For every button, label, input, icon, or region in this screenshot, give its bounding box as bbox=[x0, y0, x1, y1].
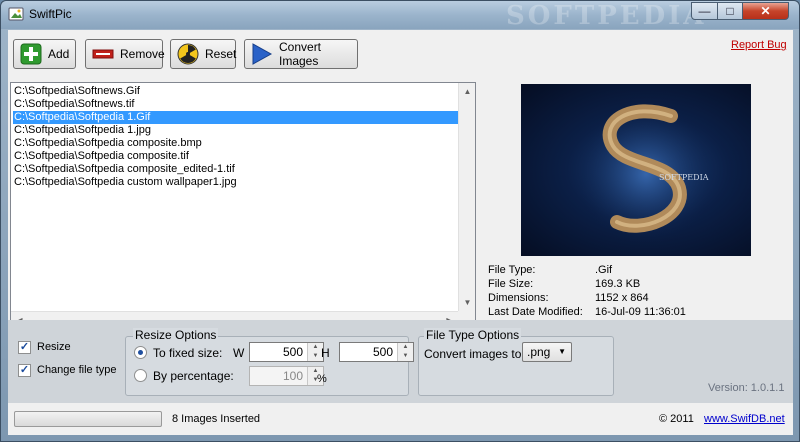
progress-bar bbox=[14, 411, 162, 427]
check-icon: ✓ bbox=[19, 364, 30, 376]
file-list-item[interactable]: C:\Softpedia\Softpedia composite.tif bbox=[13, 150, 460, 163]
report-bug-link[interactable]: Report Bug bbox=[731, 39, 787, 51]
remove-button[interactable]: Remove bbox=[85, 39, 165, 69]
format-value: .png bbox=[527, 345, 551, 359]
file-list-item[interactable]: C:\Softpedia\Softpedia 1.Gif bbox=[13, 111, 460, 124]
width-label: W bbox=[233, 346, 245, 360]
height-value: 500 bbox=[372, 345, 393, 359]
file-list[interactable]: C:\Softpedia\Softnews.Gif C:\Softpedia\So… bbox=[10, 82, 476, 329]
play-arrow-icon bbox=[252, 43, 273, 65]
scroll-down-icon[interactable]: ▼ bbox=[459, 294, 476, 311]
height-spin-arrows[interactable]: ▲ ▼ bbox=[397, 343, 413, 361]
file-type-value: .Gif bbox=[595, 264, 613, 276]
convert-images-label: Convert Images bbox=[279, 40, 322, 68]
format-dropdown[interactable]: .png ▼ bbox=[522, 342, 572, 362]
file-size-label: File Size: bbox=[488, 278, 534, 290]
file-type-label: File Type: bbox=[488, 264, 536, 276]
file-list-item[interactable]: C:\Softpedia\Softpedia custom wallpaper1… bbox=[13, 176, 460, 189]
height-label: H bbox=[321, 346, 330, 360]
file-list-item[interactable]: C:\Softpedia\Softnews.Gif bbox=[13, 85, 460, 98]
resize-options-title: Resize Options bbox=[133, 328, 219, 342]
close-button[interactable]: ✕ bbox=[742, 2, 789, 20]
last-modified-value: 16-Jul-09 11:36:01 bbox=[595, 306, 686, 318]
width-stepper[interactable]: 500 ▲ ▼ bbox=[249, 342, 324, 362]
add-label: Add bbox=[48, 47, 70, 61]
add-button[interactable]: Add bbox=[13, 39, 76, 69]
height-stepper[interactable]: 500 ▲ ▼ bbox=[339, 342, 414, 362]
resize-label: Resize bbox=[37, 341, 71, 353]
fixed-size-label: To fixed size: bbox=[153, 346, 223, 360]
minimize-button[interactable]: — bbox=[691, 2, 718, 20]
title-bar[interactable]: SwiftPic SOFTPEDIA — □ ✕ bbox=[1, 1, 799, 31]
images-inserted-status: 8 Images Inserted bbox=[172, 413, 261, 425]
file-size-value: 169.3 KB bbox=[595, 278, 641, 290]
check-icon: ✓ bbox=[19, 341, 30, 353]
last-modified-label: Last Date Modified: bbox=[488, 306, 583, 318]
resize-checkbox[interactable]: ✓ bbox=[18, 341, 31, 354]
reset-label: Reset bbox=[205, 47, 237, 61]
reset-button[interactable]: Reset bbox=[170, 39, 236, 69]
maximize-button[interactable]: □ bbox=[717, 2, 743, 20]
radiation-icon bbox=[177, 43, 199, 65]
file-type-options-group bbox=[418, 336, 614, 396]
change-file-type-label: Change file type bbox=[37, 364, 117, 376]
percentage-value: 100 bbox=[282, 369, 303, 383]
dimensions-label: Dimensions: bbox=[488, 292, 549, 304]
dimensions-value: 1152 x 864 bbox=[595, 292, 649, 304]
plus-icon bbox=[20, 43, 42, 65]
convert-to-label: Convert images to: bbox=[424, 347, 525, 361]
file-list-item[interactable]: C:\Softpedia\Softnews.tif bbox=[13, 98, 460, 111]
version-text: Version: 1.0.1.1 bbox=[708, 382, 785, 394]
preview-caption: SOFTPEDIA bbox=[659, 173, 709, 182]
watermark-text: SOFTPEDIA bbox=[506, 1, 707, 31]
image-preview: SOFTPEDIA bbox=[521, 84, 751, 256]
file-list-item[interactable]: C:\Softpedia\Softpedia composite.bmp bbox=[13, 137, 460, 150]
app-icon bbox=[8, 7, 24, 21]
file-type-options-title: File Type Options bbox=[424, 328, 522, 342]
file-list-item[interactable]: C:\Softpedia\Softpedia 1.jpg bbox=[13, 124, 460, 137]
width-value: 500 bbox=[282, 345, 303, 359]
vertical-scrollbar[interactable]: ▲ ▼ bbox=[458, 83, 475, 311]
softpedia-logo-image: SOFTPEDIA bbox=[576, 104, 716, 244]
percentage-radio[interactable] bbox=[134, 369, 147, 382]
copyright-text: © 2011 bbox=[659, 413, 694, 425]
percentage-label: By percentage: bbox=[153, 369, 234, 383]
scroll-up-icon[interactable]: ▲ bbox=[459, 83, 476, 100]
app-window: SwiftPic SOFTPEDIA — □ ✕ Add Remove Rese… bbox=[0, 0, 800, 442]
convert-images-button[interactable]: Convert Images bbox=[244, 39, 358, 69]
client-area: Add Remove Reset Convert Images Report B… bbox=[8, 30, 793, 435]
percent-sign: % bbox=[317, 373, 327, 385]
status-bar: 8 Images Inserted © 2011 www.SwifDB.net bbox=[8, 403, 793, 435]
remove-label: Remove bbox=[120, 47, 165, 61]
fixed-size-radio[interactable] bbox=[134, 346, 147, 359]
window-title: SwiftPic bbox=[29, 7, 72, 21]
chevron-down-icon: ▼ bbox=[558, 347, 566, 356]
percentage-stepper[interactable]: 100 ▲ ▼ bbox=[249, 366, 324, 386]
change-file-type-checkbox[interactable]: ✓ bbox=[18, 364, 31, 377]
website-link[interactable]: www.SwifDB.net bbox=[704, 413, 785, 425]
file-list-item[interactable]: C:\Softpedia\Softpedia composite_edited-… bbox=[13, 163, 460, 176]
remove-icon bbox=[92, 49, 114, 59]
